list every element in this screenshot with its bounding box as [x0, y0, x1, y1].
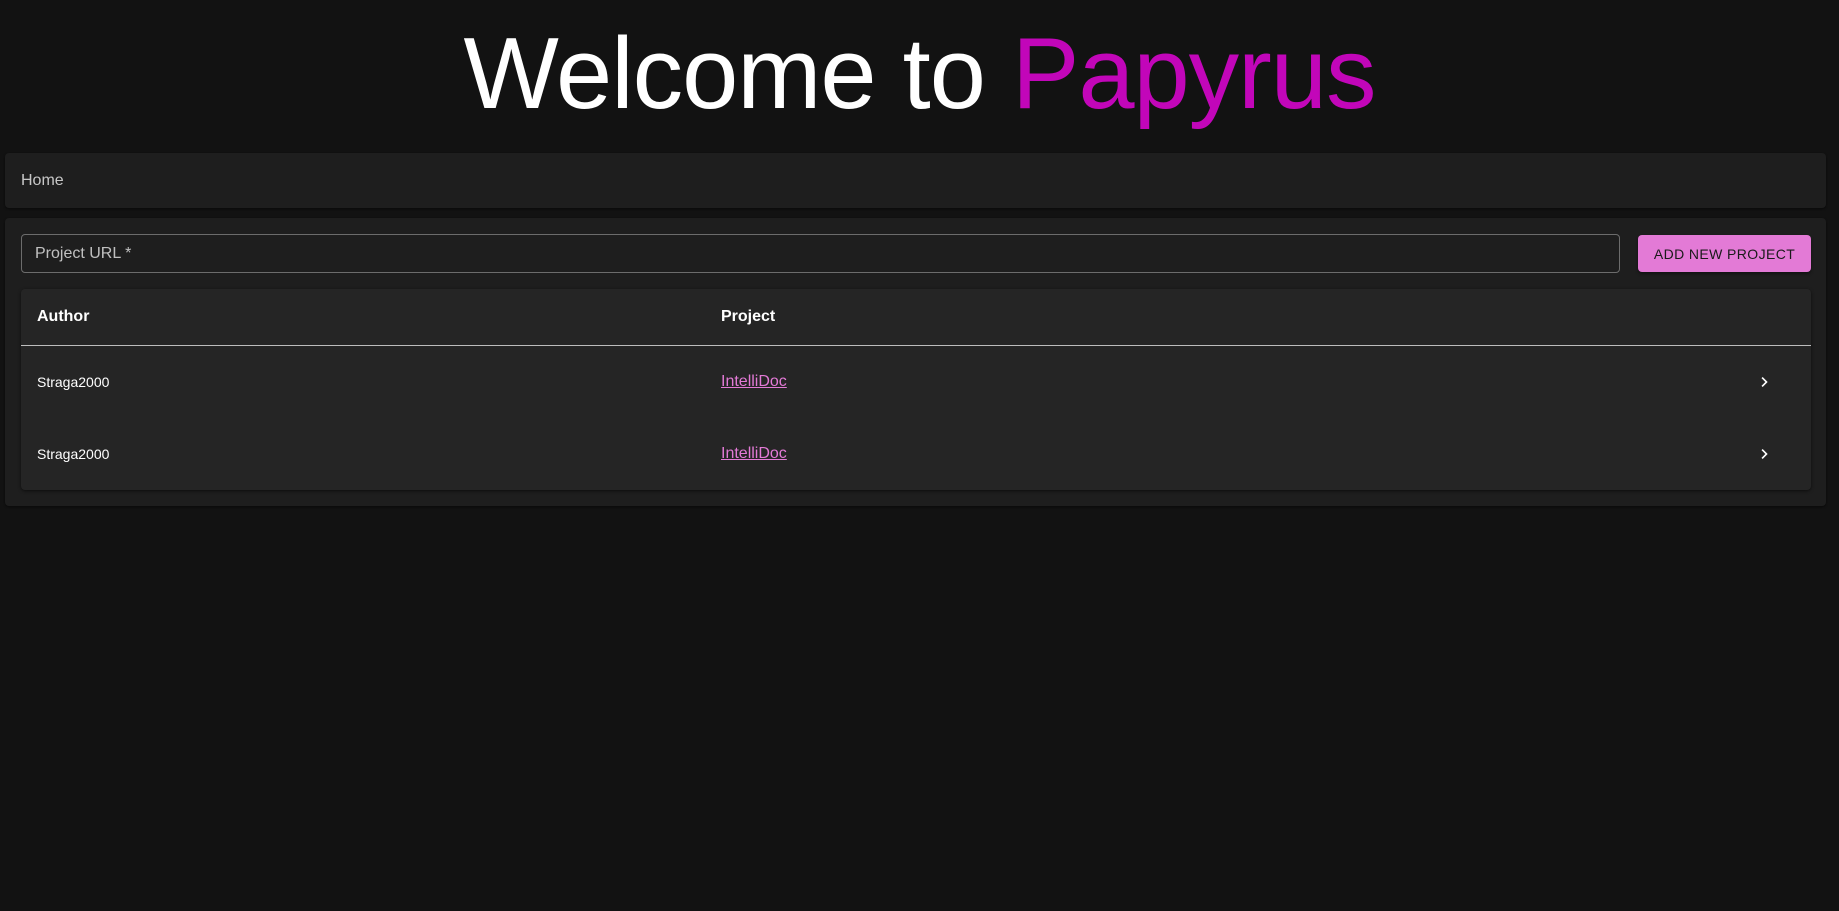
open-project-button[interactable] — [1749, 438, 1781, 470]
column-header-author: Author — [21, 289, 705, 346]
column-header-action — [1715, 289, 1811, 346]
table-header-row: Author Project — [21, 289, 1811, 346]
breadcrumb-item-home[interactable]: Home — [21, 172, 64, 190]
chevron-right-icon — [1761, 377, 1768, 387]
author-cell: Straga2000 — [37, 374, 110, 390]
page-header: Welcome to Papyrus — [0, 0, 1839, 153]
table-row: Straga2000 IntelliDoc — [21, 346, 1811, 419]
action-cell — [1715, 418, 1811, 490]
author-cell: Straga2000 — [37, 446, 110, 462]
project-cell: IntelliDoc — [705, 346, 1715, 419]
project-link[interactable]: IntelliDoc — [721, 373, 787, 390]
projects-table: Author Project Straga2000 IntelliDoc Str… — [21, 289, 1811, 490]
column-header-project: Project — [705, 289, 1715, 346]
brand-name: Papyrus — [1011, 18, 1377, 130]
breadcrumb: Home — [5, 153, 1826, 208]
projects-panel: ADD NEW PROJECT Author Project Straga200… — [5, 218, 1826, 506]
page-title: Welcome to Papyrus — [463, 14, 1377, 135]
project-url-input[interactable] — [21, 234, 1620, 273]
project-cell: IntelliDoc — [705, 418, 1715, 490]
action-cell — [1715, 346, 1811, 419]
chevron-right-icon — [1761, 449, 1768, 459]
title-prefix: Welcome to — [463, 18, 986, 130]
add-new-project-button[interactable]: ADD NEW PROJECT — [1638, 235, 1811, 272]
table-row: Straga2000 IntelliDoc — [21, 418, 1811, 490]
open-project-button[interactable] — [1749, 366, 1781, 398]
project-link[interactable]: IntelliDoc — [721, 445, 787, 462]
